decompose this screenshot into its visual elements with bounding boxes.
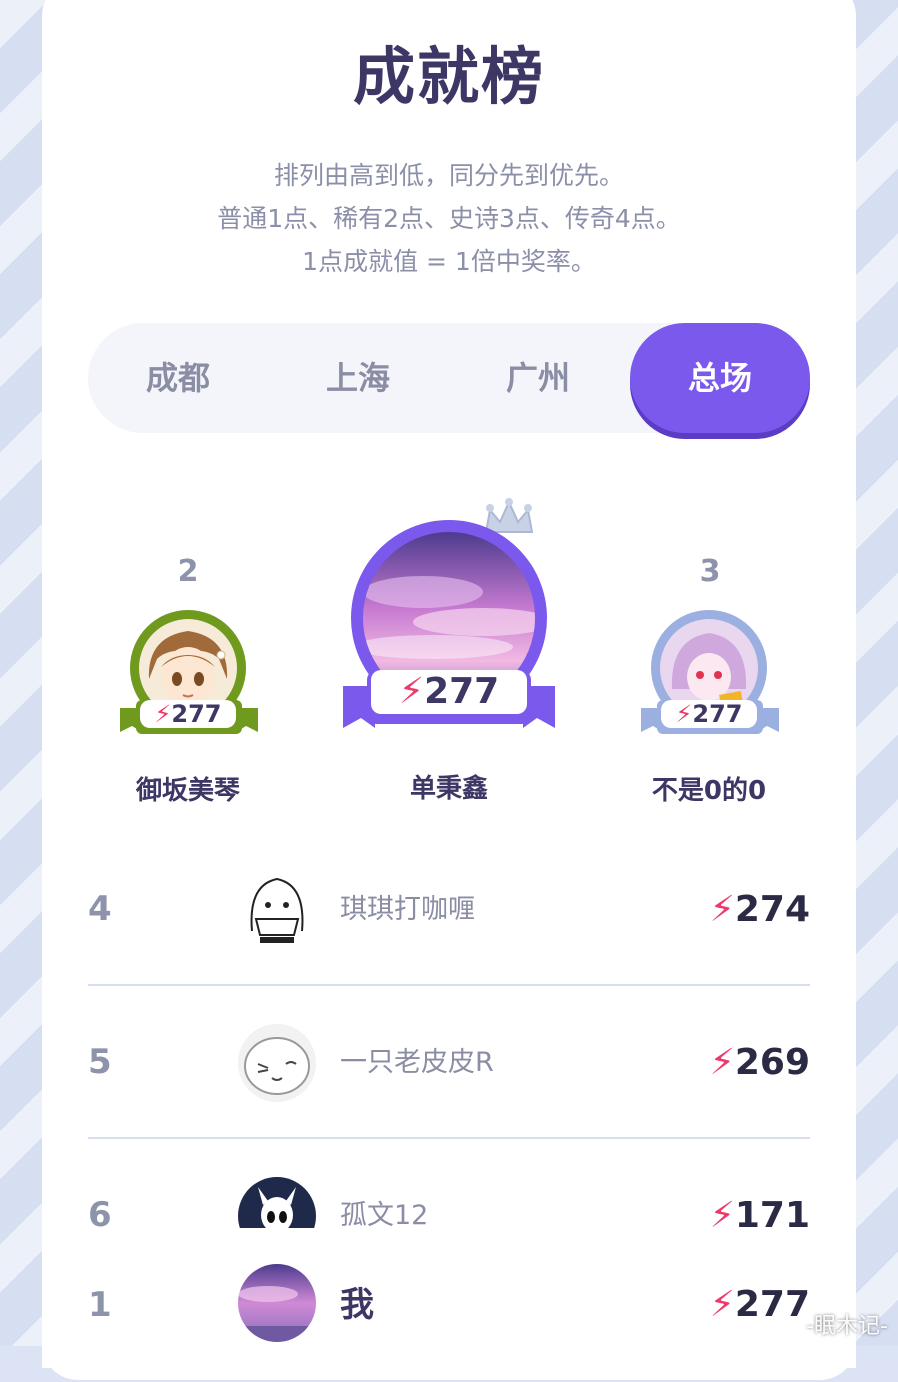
list-item[interactable]: 5 一只老皮皮R ⚡269	[88, 986, 810, 1139]
podium-rank-2: 2	[177, 554, 199, 589]
tab-chengdu[interactable]: 成都	[88, 323, 268, 433]
rule-line-2: 普通1点、稀有2点、史诗3点、传奇4点。	[217, 204, 681, 233]
tab-shanghai[interactable]: 上海	[268, 323, 448, 433]
podium-2-name: 御坂美琴	[135, 776, 240, 806]
page-title: 成就榜	[352, 40, 545, 113]
podium-1-score: ⚡277	[371, 670, 527, 714]
lightning-icon: ⚡	[709, 1042, 735, 1083]
list-name: 一只老皮皮R	[340, 1047, 494, 1078]
my-avatar[interactable]	[238, 1264, 316, 1342]
tab-overall[interactable]: 总场	[630, 323, 810, 433]
my-rank-row[interactable]: 1 我 ⚡277	[88, 1228, 810, 1348]
city-tabs: 成都 上海 广州 总场	[88, 323, 810, 433]
my-rank: 1	[88, 1285, 112, 1325]
my-name: 我	[340, 1285, 374, 1325]
lightning-icon: ⚡	[709, 1284, 735, 1325]
list-name: 琪琪打咖喱	[340, 894, 475, 925]
podium-2-score: ⚡277	[140, 700, 236, 728]
list-rank: 5	[88, 1042, 112, 1082]
podium-1-name: 单秉鑫	[409, 774, 488, 804]
list-item[interactable]: 4 琪琪打咖喱 ⚡274	[88, 833, 810, 986]
list-score: ⚡274	[709, 889, 810, 930]
avatar[interactable]	[238, 1024, 316, 1102]
podium-rank-3: 3	[699, 554, 721, 589]
tab-guangzhou[interactable]: 广州	[448, 323, 628, 433]
my-score: ⚡277	[709, 1284, 810, 1325]
list-rank: 4	[88, 889, 112, 929]
rule-line-1: 排列由高到低，同分先到优先。	[273, 161, 624, 190]
lightning-icon: ⚡	[675, 700, 693, 728]
lightning-icon: ⚡	[709, 889, 735, 930]
podium-3-score: ⚡277	[661, 700, 757, 728]
rule-line-3: 1点成就值 = 1倍中奖率。	[302, 247, 596, 276]
lightning-icon: ⚡	[154, 700, 172, 728]
avatar[interactable]	[238, 871, 316, 949]
watermark: -眠木记-	[806, 1314, 888, 1339]
podium-3-name: 不是0的0	[651, 776, 767, 806]
list-score: ⚡269	[709, 1042, 810, 1083]
lightning-icon: ⚡	[398, 671, 425, 712]
